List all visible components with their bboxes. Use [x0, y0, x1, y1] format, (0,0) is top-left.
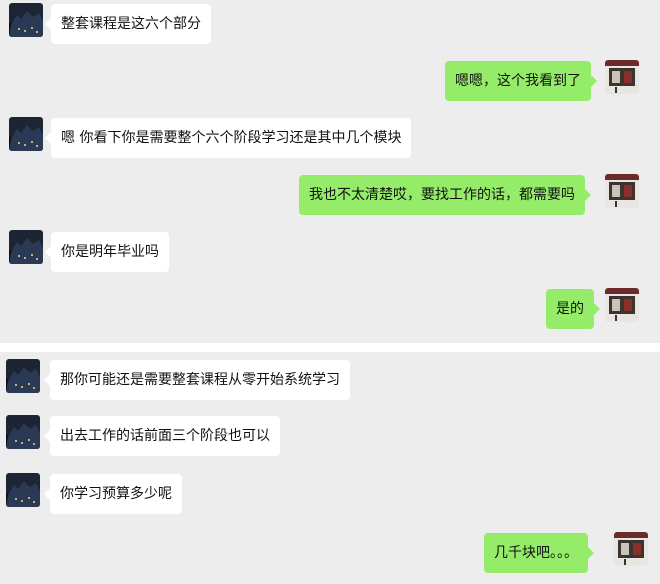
own-avatar[interactable] [605, 60, 639, 94]
incoming-bubble[interactable]: 你学习预算多少呢 [44, 474, 182, 514]
incoming-bubble[interactable]: 你是明年毕业吗 [45, 232, 169, 272]
outgoing-bubble[interactable]: 是的 [546, 289, 600, 329]
city-night-avatar-icon [6, 473, 40, 507]
shop-front-avatar-icon [605, 174, 639, 208]
incoming-bubble[interactable]: 那你可能还是需要整套课程从零开始系统学习 [44, 360, 350, 400]
own-avatar[interactable] [605, 174, 639, 208]
city-night-avatar-icon [6, 415, 40, 449]
own-avatar[interactable] [605, 288, 639, 322]
screenshot-seam [0, 343, 660, 352]
incoming-bubble[interactable]: 嗯 你看下你是需要整个六个阶段学习还是其中几个模块 [44, 118, 412, 158]
shop-front-avatar-icon [605, 288, 639, 322]
incoming-bubble[interactable]: 整套课程是这六个部分 [45, 4, 211, 44]
contact-avatar[interactable] [6, 359, 40, 393]
outgoing-bubble[interactable]: 几千块吧。。。 [484, 533, 594, 573]
shop-front-avatar-icon [605, 60, 639, 94]
incoming-bubble[interactable]: 出去工作的话前面三个阶段也可以 [44, 416, 280, 456]
city-night-avatar-icon [9, 230, 43, 264]
contact-avatar[interactable] [9, 3, 43, 37]
city-night-avatar-icon [9, 117, 43, 151]
city-night-avatar-icon [9, 3, 43, 37]
contact-avatar[interactable] [9, 117, 43, 151]
contact-avatar[interactable] [6, 473, 40, 507]
outgoing-bubble[interactable]: 我也不太清楚哎，要找工作的话，都需要吗 [299, 175, 591, 215]
outgoing-bubble[interactable]: 嗯嗯，这个我看到了 [445, 61, 597, 101]
contact-avatar[interactable] [9, 230, 43, 264]
contact-avatar[interactable] [6, 415, 40, 449]
own-avatar[interactable] [614, 532, 648, 566]
shop-front-avatar-icon [614, 532, 648, 566]
city-night-avatar-icon [6, 359, 40, 393]
